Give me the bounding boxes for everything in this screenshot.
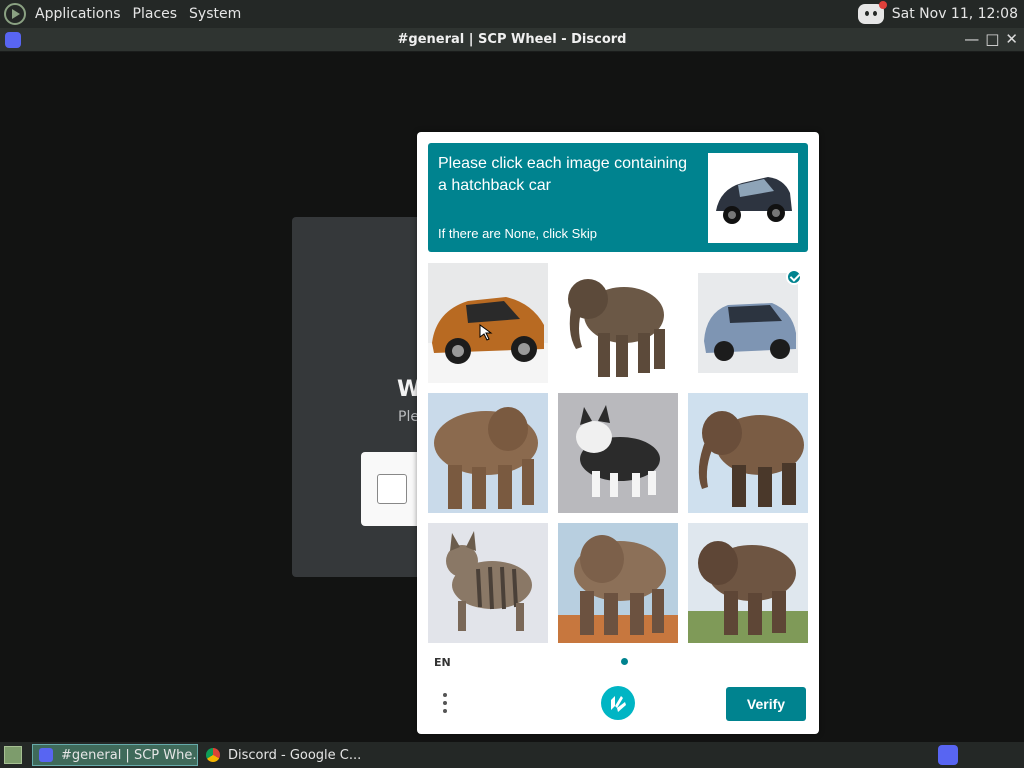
example-image [708,153,798,243]
image-tile[interactable] [558,393,678,513]
discord-icon [5,32,21,48]
image-tile[interactable] [428,393,548,513]
taskbar-item-label: Discord - Google C... [228,747,362,763]
menu-places[interactable]: Places [130,6,181,22]
menu-system[interactable]: System [186,6,244,22]
elephant-image [558,263,678,383]
verify-button[interactable]: Verify [726,687,806,721]
discord-tray-icon[interactable] [857,1,887,24]
more-options-icon[interactable] [441,690,449,718]
hcaptcha-logo-icon[interactable] [601,686,635,720]
orange-car-image [428,263,548,383]
image-tile[interactable] [428,263,548,383]
image-tile[interactable] [688,393,808,513]
taskbar-item-chrome[interactable]: Discord - Google C... [200,744,366,766]
image-tile[interactable] [558,263,678,383]
hcaptcha-challenge: Please click each image containing a hat… [417,132,819,734]
challenge-prompt: Please click each image containing a hat… [428,143,808,252]
menu-applications[interactable]: Applications [32,6,124,22]
image-tile[interactable] [558,523,678,643]
window-titlebar[interactable]: #general | SCP Wheel - Discord — □ ✕ [0,28,1024,52]
page-indicator-dot [621,658,628,665]
window-title: #general | SCP Wheel - Discord [397,32,627,47]
selected-check-icon [786,269,802,285]
show-desktop-icon[interactable] [4,746,22,764]
image-tile[interactable] [688,263,808,383]
prompt-text: Please click each image containing a hat… [438,155,688,194]
close-icon[interactable]: ✕ [1005,30,1018,48]
image-tile[interactable] [428,523,548,643]
discord-tray-icon[interactable] [938,745,958,765]
chrome-icon [206,748,220,762]
main-menu-icon[interactable] [4,3,26,25]
language-selector[interactable]: EN [434,656,451,669]
minimize-icon[interactable]: — [964,30,979,48]
elephant-image [558,523,678,643]
taskbar-item-label: #general | SCP Whe... [61,747,198,763]
background-text: Ple [398,409,419,425]
clock[interactable]: Sat Nov 11, 12:08 [892,6,1018,22]
elephant-image [688,523,808,643]
notification-dot [878,1,887,9]
discord-icon [39,748,53,762]
top-panel: Applications Places System Sat Nov 11, 1… [0,0,1024,28]
elephant-image [428,393,548,513]
prompt-hint: If there are None, click Skip [438,226,597,241]
cat-image [558,393,678,513]
image-tile[interactable] [688,523,808,643]
hcaptcha-checkbox[interactable] [377,474,407,504]
maximize-icon[interactable]: □ [985,30,999,48]
elephant-image [688,393,808,513]
taskbar-item-discord[interactable]: #general | SCP Whe... [32,744,198,766]
tabby-cat-image [428,523,548,643]
taskbar: #general | SCP Whe... Discord - Google C… [0,742,1024,768]
